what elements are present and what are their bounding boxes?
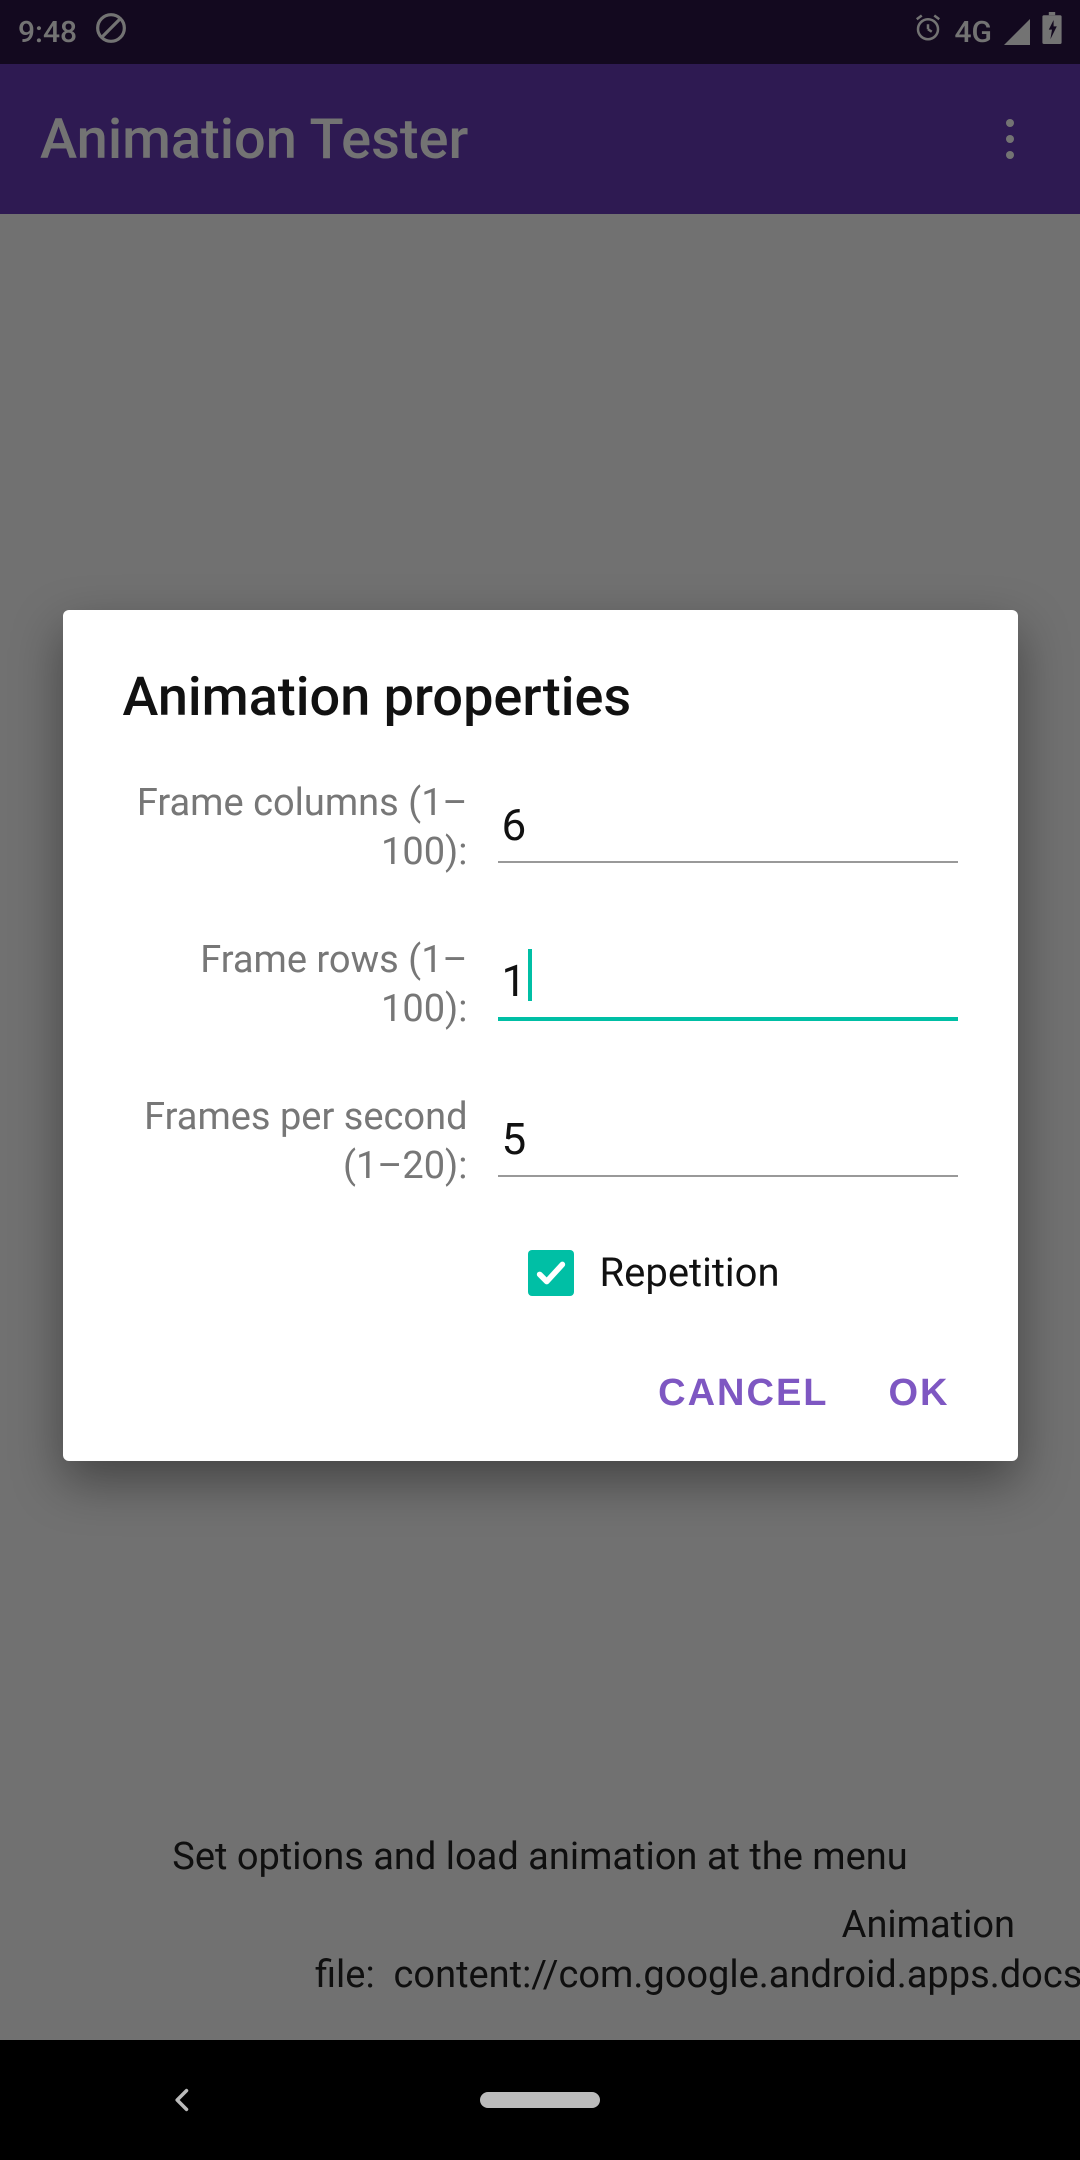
back-icon[interactable] bbox=[113, 2077, 253, 2124]
cancel-button[interactable]: Cancel bbox=[658, 1372, 828, 1415]
frame-rows-label: Frame rows (1–100): bbox=[123, 936, 498, 1035]
fps-input[interactable] bbox=[498, 1107, 958, 1177]
modal-scrim[interactable]: Animation properties Frame columns (1–10… bbox=[0, 0, 1080, 2040]
system-nav-bar bbox=[0, 2040, 1080, 2160]
frame-rows-row: Frame rows (1–100): bbox=[123, 936, 958, 1035]
text-cursor bbox=[528, 949, 532, 1001]
repetition-label: Repetition bbox=[600, 1249, 780, 1296]
dialog-actions: Cancel OK bbox=[123, 1352, 958, 1435]
fps-row: Frames per second (1–20): bbox=[123, 1093, 958, 1192]
frame-columns-label: Frame columns (1–100): bbox=[123, 779, 498, 878]
dialog-title: Animation properties bbox=[123, 666, 958, 729]
frame-rows-input[interactable] bbox=[498, 949, 958, 1021]
ok-button[interactable]: OK bbox=[889, 1372, 950, 1415]
frame-columns-row: Frame columns (1–100): bbox=[123, 779, 958, 878]
repetition-checkbox[interactable] bbox=[528, 1250, 574, 1296]
frame-columns-input[interactable] bbox=[498, 793, 958, 863]
fps-label: Frames per second (1–20): bbox=[123, 1093, 498, 1192]
home-pill[interactable] bbox=[480, 2092, 600, 2108]
repetition-row[interactable]: Repetition bbox=[123, 1249, 958, 1296]
animation-properties-dialog: Animation properties Frame columns (1–10… bbox=[63, 610, 1018, 1461]
